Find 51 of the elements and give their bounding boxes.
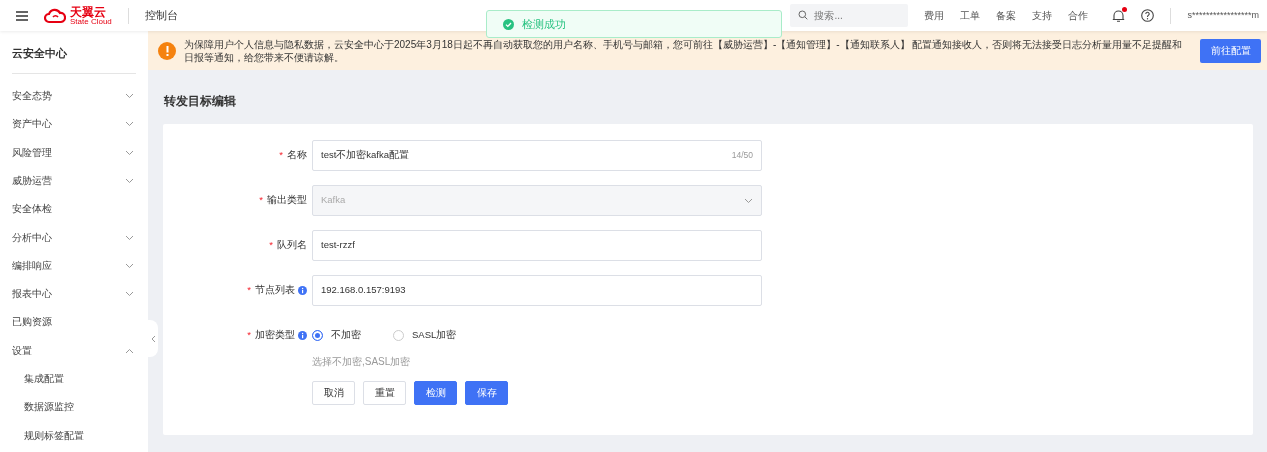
hint-text: 选择不加密,SASL加密 [312,355,412,369]
form-button[interactable]: 重置 [363,381,406,405]
sidebar-item[interactable]: 安全态势 [0,82,148,111]
collapse-handle[interactable] [148,320,158,357]
notice-text: 为保障用户个人信息与隐私数据，云安全中心于2025年3月18日起不再自动获取您的用户名称、手机号与邮箱，您可前往【威胁运营】-【通知管理】-【通知联系人】 配置通知接收人，否则将无法接受日志分析量用量不足提醒和日报等通知，给您带来不便请谅解。 [184,37,1184,64]
chevron-icon [744,197,753,204]
sidebar-item[interactable]: 分析中心 [0,223,148,252]
user-name[interactable]: s*****************m [1187,8,1259,23]
field-label: * 节点列表 [247,283,295,298]
help-icon[interactable] [1141,9,1155,22]
character-counter: 14/50 [731,149,753,162]
input-field[interactable]: test不加密kafka配置 14/50 [312,140,762,171]
check-icon [503,18,514,30]
sidebar-subitem[interactable]: 规则标签配置 [0,421,148,450]
form-button[interactable]: 取消 [312,381,355,405]
form-button[interactable]: 检测 [414,381,457,405]
notification-icon[interactable] [1112,8,1126,23]
sidebar-item[interactable]: 编排响应 [0,251,148,281]
field-label: * 输出类型 [259,193,307,208]
sidebar-item[interactable]: 风险管理 [0,138,148,167]
sidebar-item[interactable]: 威胁运营 [0,166,148,196]
form-button[interactable]: 保存 [465,381,508,405]
field-label: * 名称 [279,148,307,163]
radio-option[interactable]: 不加密 [312,328,361,343]
select-field: Kafka [312,185,762,216]
page-title: 转发目标编辑 [163,93,237,110]
sidebar-item[interactable]: 已购资源 [0,308,148,337]
sidebar-item[interactable]: 资产中心 [0,110,148,139]
sidebar-item[interactable]: 设置 [0,336,148,365]
header-link[interactable]: 合作 [1068,8,1089,23]
sidebar-subitem[interactable]: 数据源监控 [0,393,148,422]
header-link[interactable]: 支持 [1032,8,1053,23]
header-link[interactable]: 工单 [960,8,981,23]
field-label: * 队列名 [269,238,307,253]
header-link[interactable]: 费用 [924,8,945,23]
sidebar-subitem[interactable]: 集成配置 [0,364,148,394]
warning-icon [158,41,176,60]
configure-button[interactable]: 前往配置 [1200,38,1261,63]
success-toast: 检测成功 [486,10,782,38]
radio-option[interactable]: SASL加密 [393,328,457,343]
console-title: 控制台 [144,8,178,24]
header-link[interactable]: 备案 [996,8,1017,23]
logo[interactable]: 天翼云 State Cloud [44,5,112,26]
menu-icon[interactable] [16,8,28,23]
input-field[interactable]: test-rzzf [312,230,762,261]
input-field[interactable]: 192.168.0.157:9193 [312,275,762,306]
search-field[interactable]: 搜索... [790,4,909,27]
field-label: * 加密类型 [247,328,295,343]
sidebar-item[interactable]: 安全体检 [0,195,148,224]
sidebar-item[interactable]: 报表中心 [0,280,148,309]
sidebar-title: 云安全中心 [12,31,136,74]
